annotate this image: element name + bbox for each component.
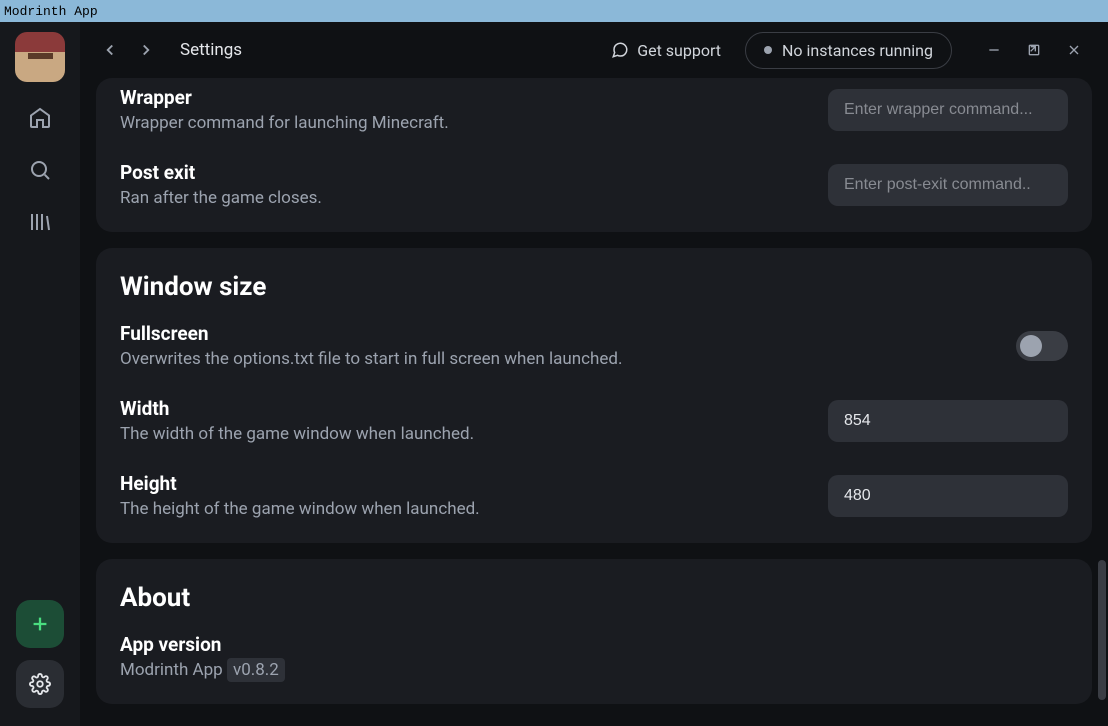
home-icon[interactable] [28,106,52,130]
scrollbar[interactable] [1098,560,1106,700]
wrapper-name: Wrapper [120,86,804,109]
width-input[interactable] [828,400,1068,442]
height-name: Height [120,472,804,495]
forward-button[interactable] [132,36,160,64]
postexit-name: Post exit [120,161,804,184]
appversion-line: Modrinth App v0.8.2 [120,660,1068,680]
window-size-card: Window size Fullscreen Overwrites the op… [96,248,1092,543]
postexit-input[interactable] [828,164,1068,206]
topbar: Settings Get support No instances runnin… [80,22,1108,78]
status-pill[interactable]: No instances running [745,32,952,69]
wrapper-desc: Wrapper command for launching Minecraft. [120,113,804,133]
height-row: Height The height of the game window whe… [120,472,1068,519]
postexit-row: Post exit Ran after the game closes. [120,161,1068,208]
minimize-button[interactable] [976,32,1012,68]
width-desc: The width of the game window when launch… [120,424,804,444]
height-desc: The height of the game window when launc… [120,499,804,519]
launch-commands-card: Wrapper Wrapper command for launching Mi… [96,78,1092,232]
content-area: Wrapper Wrapper command for launching Mi… [80,78,1108,726]
fullscreen-toggle[interactable] [1016,331,1068,361]
appversion-name: App version [120,633,1068,656]
page-title: Settings [180,40,242,60]
add-button[interactable] [16,600,64,648]
maximize-button[interactable] [1016,32,1052,68]
status-label: No instances running [782,41,933,60]
os-titlebar: Modrinth App [0,0,1108,22]
about-card: About App version Modrinth App v0.8.2 [96,559,1092,704]
about-title: About [120,583,1068,613]
close-button[interactable] [1056,32,1092,68]
support-label: Get support [637,41,721,60]
support-link[interactable]: Get support [611,41,721,60]
fullscreen-row: Fullscreen Overwrites the options.txt fi… [120,322,1068,369]
height-input[interactable] [828,475,1068,517]
postexit-desc: Ran after the game closes. [120,188,804,208]
wrapper-input[interactable] [828,89,1068,131]
search-icon[interactable] [28,158,52,182]
fullscreen-name: Fullscreen [120,322,992,345]
avatar[interactable] [15,32,65,82]
windowsize-title: Window size [120,272,1068,302]
library-icon[interactable] [28,210,52,234]
appversion-badge: v0.8.2 [227,658,285,682]
appversion-prefix: Modrinth App [120,660,227,680]
width-name: Width [120,397,804,420]
width-row: Width The width of the game window when … [120,397,1068,444]
wrapper-row: Wrapper Wrapper command for launching Mi… [120,86,1068,133]
status-dot-icon [764,46,772,54]
back-button[interactable] [96,36,124,64]
os-title: Modrinth App [4,4,98,19]
appversion-row: App version Modrinth App v0.8.2 [120,633,1068,680]
fullscreen-desc: Overwrites the options.txt file to start… [120,349,992,369]
toggle-knob [1020,335,1042,357]
sidebar [0,22,80,726]
settings-button[interactable] [16,660,64,708]
